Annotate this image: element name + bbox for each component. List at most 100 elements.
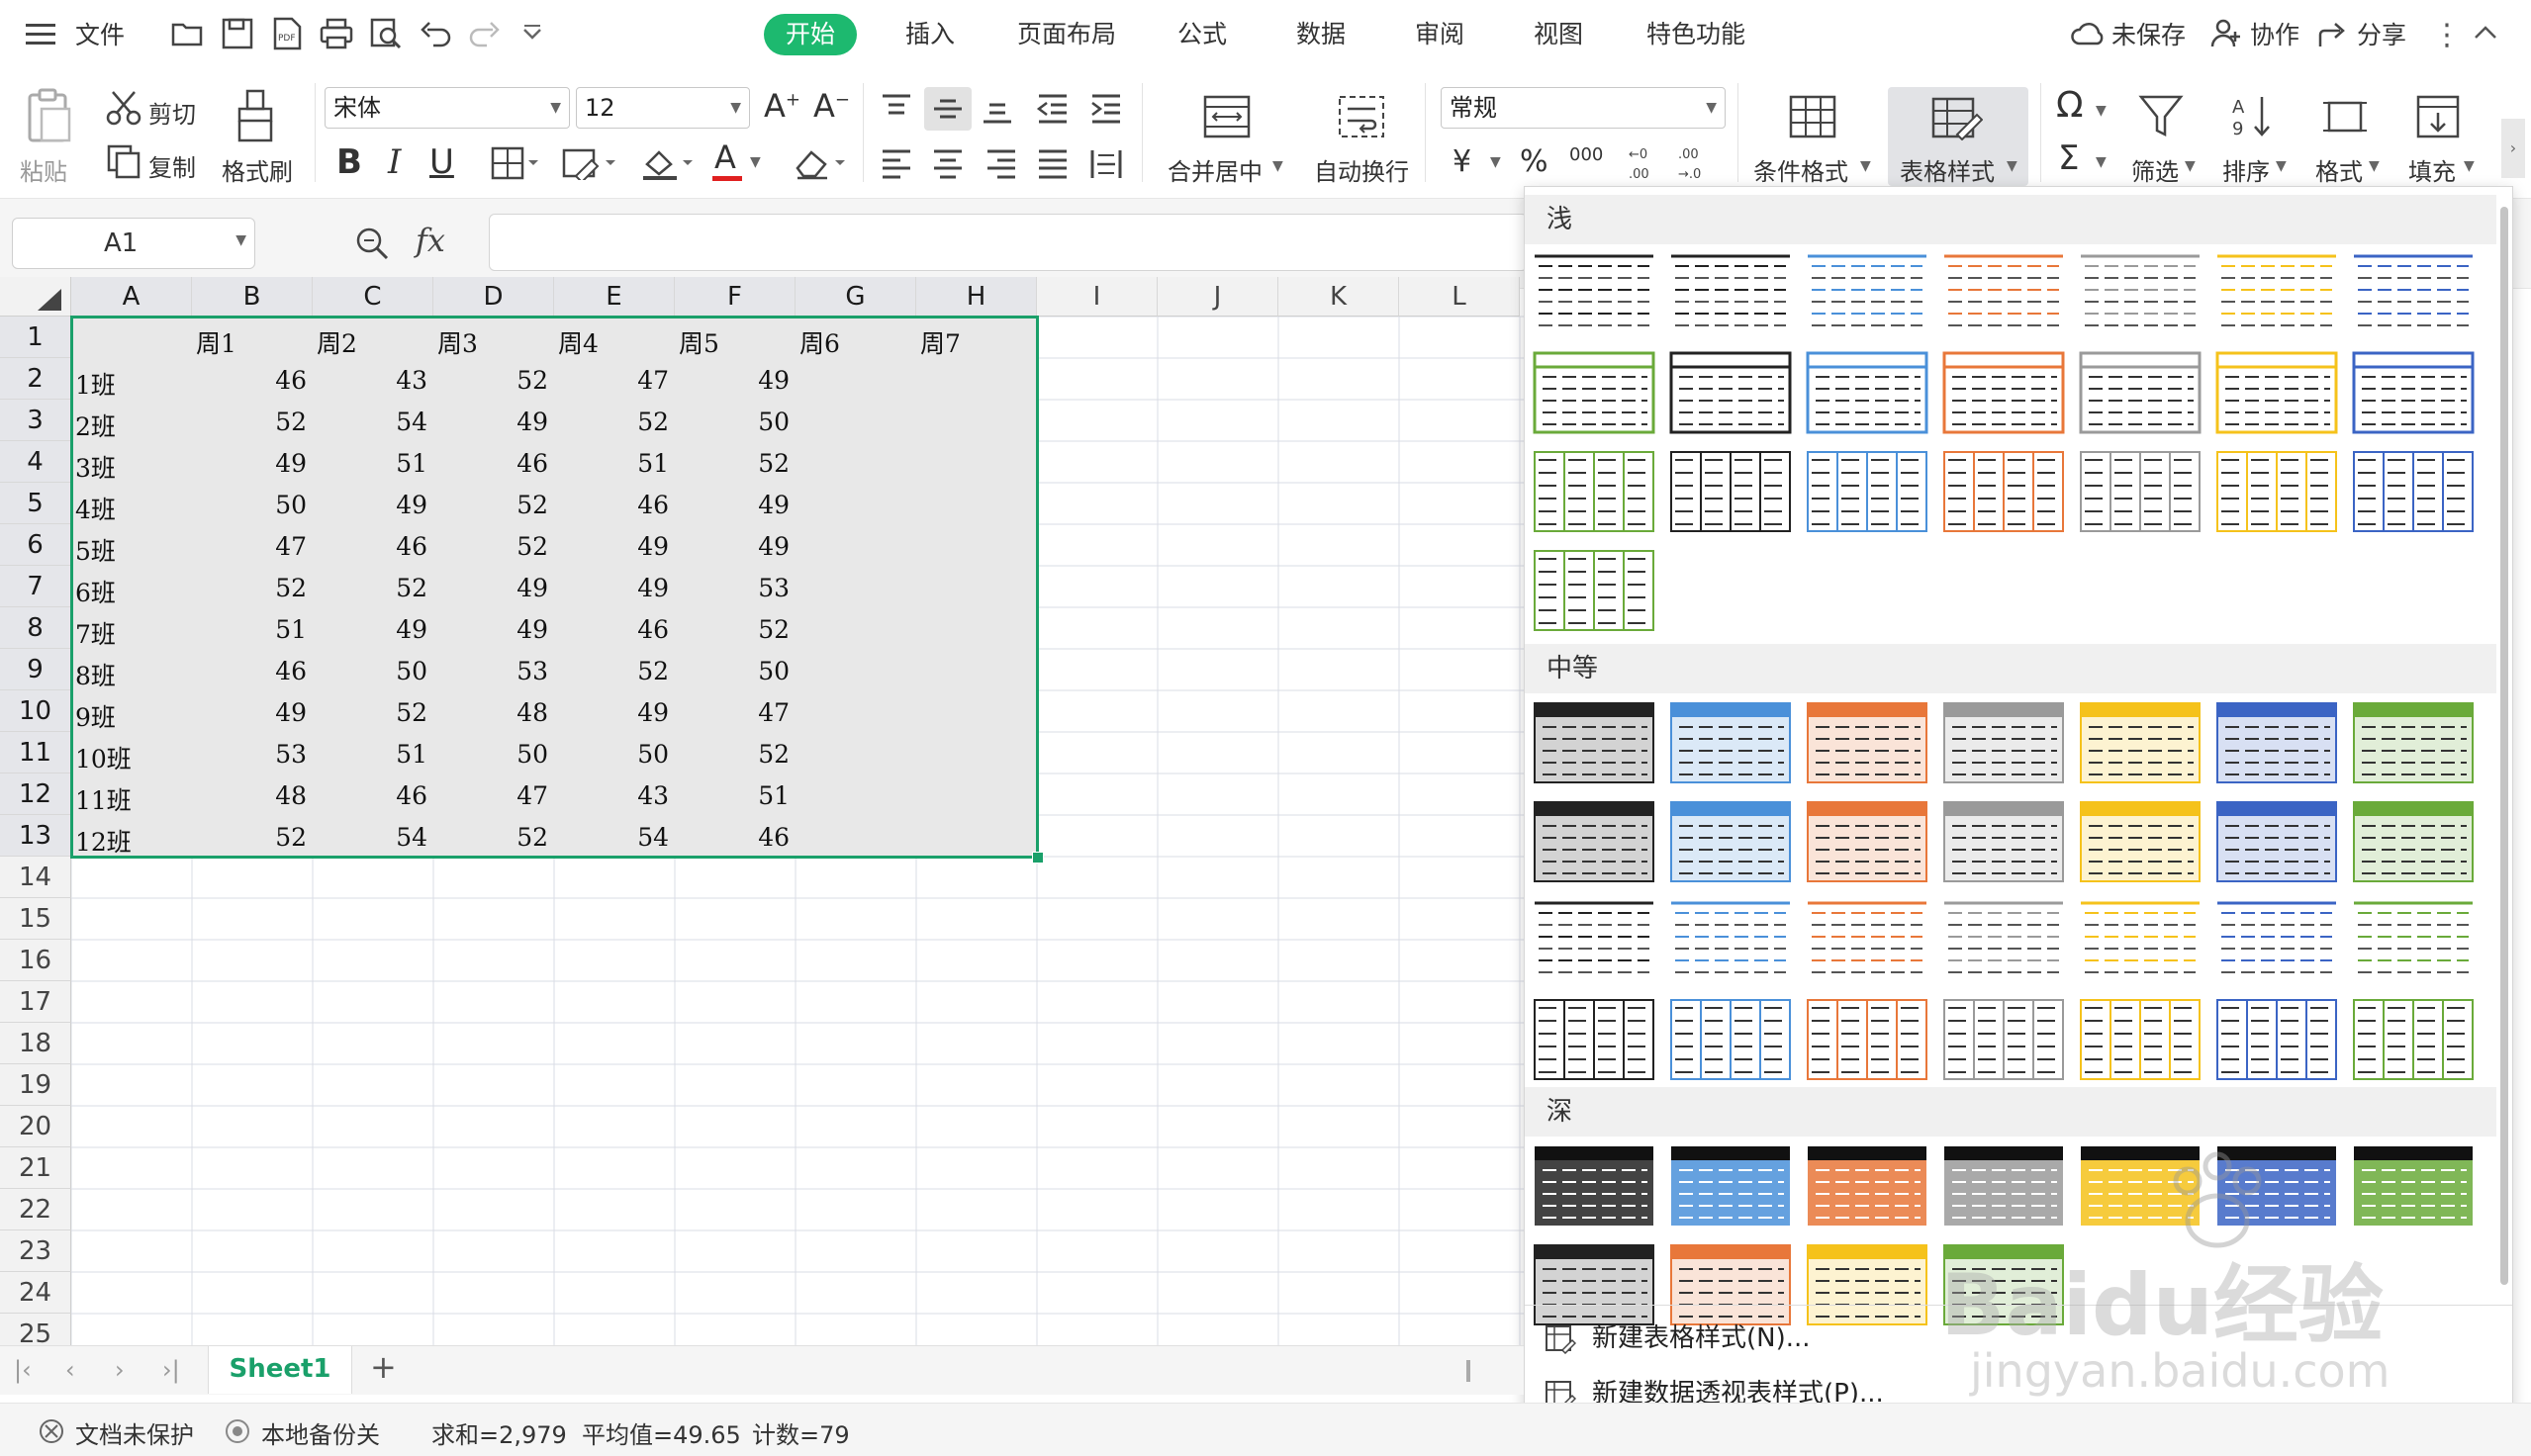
table-style-light-2-7[interactable] xyxy=(2352,351,2475,434)
column-header-d[interactable]: D xyxy=(433,277,554,317)
table-style-light-2-5[interactable] xyxy=(2079,351,2202,434)
wrap-text-label[interactable]: 自动换行 xyxy=(1314,152,1409,187)
table-style-medium-1-4[interactable] xyxy=(1942,701,2065,784)
table-style-medium-4-5[interactable] xyxy=(2079,998,2202,1081)
number-format-select[interactable]: 常规 ▼ xyxy=(1441,87,1726,129)
tab-data[interactable]: 数据 xyxy=(1274,14,1367,55)
chevron-down-icon[interactable]: ▼ xyxy=(2276,158,2287,174)
ribbon-scroll-right[interactable]: › xyxy=(2501,119,2525,178)
column-header-c[interactable]: C xyxy=(313,277,433,317)
conditional-format-label[interactable]: 条件格式 xyxy=(1753,152,1848,187)
table-style-light-3-3[interactable] xyxy=(1806,450,1928,533)
chevron-down-icon[interactable]: ▼ xyxy=(2096,103,2107,119)
table-style-medium-2-2[interactable] xyxy=(1669,800,1792,883)
align-top-icon[interactable] xyxy=(879,91,914,127)
tab-page-layout[interactable]: 页面布局 xyxy=(995,14,1138,55)
sum-icon[interactable]: Σ xyxy=(2058,138,2079,178)
row-header-18[interactable]: 18 xyxy=(0,1023,71,1064)
bold-icon[interactable]: B xyxy=(336,142,362,182)
format-painter-label[interactable]: 格式刷 xyxy=(222,152,293,187)
decrease-indent-icon[interactable] xyxy=(1035,91,1071,127)
fill-handle[interactable] xyxy=(1032,852,1044,864)
table-style-medium-3-5[interactable] xyxy=(2079,899,2202,982)
row-header-23[interactable]: 23 xyxy=(0,1230,71,1272)
table-style-dark-1-3[interactable] xyxy=(1806,1144,1928,1228)
paste-icon[interactable] xyxy=(18,87,77,144)
fill-label[interactable]: 填充 xyxy=(2408,152,2456,187)
row-header-12[interactable]: 12 xyxy=(0,774,71,815)
symbol-icon[interactable]: Ω xyxy=(2056,85,2084,126)
table-style-light-4-1[interactable] xyxy=(1533,549,1655,632)
column-header-k[interactable]: K xyxy=(1278,277,1399,317)
table-style-medium-1-5[interactable] xyxy=(2079,701,2202,784)
table-style-light-1-4[interactable] xyxy=(1942,252,2065,335)
row-header-10[interactable]: 10 xyxy=(0,690,71,732)
open-folder-icon[interactable] xyxy=(170,16,206,51)
increase-indent-icon[interactable] xyxy=(1088,91,1124,127)
table-style-light-3-4[interactable] xyxy=(1942,450,2065,533)
row-header-15[interactable]: 15 xyxy=(0,898,71,940)
row-header-13[interactable]: 13 xyxy=(0,815,71,857)
select-all-corner[interactable] xyxy=(0,277,71,317)
chevron-down-icon[interactable]: ▼ xyxy=(2007,158,2017,174)
column-header-f[interactable]: F xyxy=(675,277,796,317)
tab-view[interactable]: 视图 xyxy=(1512,14,1605,55)
table-style-light-1-5[interactable] xyxy=(2079,252,2202,335)
chevron-down-icon[interactable]: ▼ xyxy=(1860,158,1871,174)
zoom-search-icon[interactable] xyxy=(354,226,390,261)
column-header-g[interactable]: G xyxy=(796,277,916,317)
collaborate-button[interactable]: 协作 xyxy=(2250,14,2299,57)
row-header-4[interactable]: 4 xyxy=(0,441,71,483)
tab-formulas[interactable]: 公式 xyxy=(1156,14,1249,55)
format-icon[interactable] xyxy=(2321,95,2369,138)
first-sheet-icon[interactable]: |‹ xyxy=(14,1356,32,1384)
wrap-text-icon[interactable] xyxy=(1338,95,1385,138)
chevron-down-icon[interactable]: ▼ xyxy=(1272,158,1283,174)
underline-icon[interactable]: U xyxy=(429,142,454,182)
row-header-5[interactable]: 5 xyxy=(0,483,71,524)
undo-icon[interactable] xyxy=(418,16,453,51)
table-style-medium-3-3[interactable] xyxy=(1806,899,1928,982)
unsaved-status[interactable]: 未保存 xyxy=(2111,14,2186,57)
name-box[interactable]: A1 ▼ xyxy=(12,218,255,269)
doc-unprotected-status[interactable]: 文档未保护 xyxy=(75,1415,194,1450)
row-header-19[interactable]: 19 xyxy=(0,1064,71,1106)
fill-icon[interactable] xyxy=(2414,93,2462,140)
table-style-light-1-3[interactable] xyxy=(1806,252,1928,335)
print-icon[interactable] xyxy=(319,16,354,51)
table-style-light-2-2[interactable] xyxy=(1669,351,1792,434)
table-style-medium-1-1[interactable] xyxy=(1533,701,1655,784)
chevron-down-icon[interactable]: ▼ xyxy=(2185,158,2196,174)
table-style-medium-3-4[interactable] xyxy=(1942,899,2065,982)
local-backup-status[interactable]: 本地备份关 xyxy=(261,1415,380,1450)
justify-icon[interactable] xyxy=(1035,146,1071,182)
format-label[interactable]: 格式 xyxy=(2315,152,2363,187)
row-header-20[interactable]: 20 xyxy=(0,1106,71,1147)
font-name-select[interactable]: 宋体 ▼ xyxy=(325,87,570,129)
table-style-medium-2-1[interactable] xyxy=(1533,800,1655,883)
table-style-medium-1-2[interactable] xyxy=(1669,701,1792,784)
table-style-light-3-6[interactable] xyxy=(2215,450,2338,533)
table-style-medium-2-6[interactable] xyxy=(2215,800,2338,883)
sort-label[interactable]: 排序 xyxy=(2222,152,2270,187)
next-sheet-icon[interactable]: › xyxy=(115,1356,125,1384)
chevron-down-icon[interactable]: ▼ xyxy=(2464,158,2475,174)
row-header-21[interactable]: 21 xyxy=(0,1147,71,1189)
column-header-h[interactable]: H xyxy=(916,277,1037,317)
table-style-light-2-6[interactable] xyxy=(2215,351,2338,434)
table-style-light-3-1[interactable] xyxy=(1533,450,1655,533)
redo-icon[interactable] xyxy=(467,16,503,51)
decrease-decimal-icon[interactable]: .00→.0 xyxy=(1676,142,1716,182)
sheet-tab-sheet1[interactable]: Sheet1 xyxy=(208,1346,352,1394)
table-style-light-2-3[interactable] xyxy=(1806,351,1928,434)
row-header-16[interactable]: 16 xyxy=(0,940,71,981)
column-header-i[interactable]: I xyxy=(1037,277,1158,317)
export-pdf-icon[interactable]: PDF xyxy=(269,16,305,51)
merge-center-label[interactable]: 合并居中 xyxy=(1168,152,1263,187)
table-style-medium-4-4[interactable] xyxy=(1942,998,2065,1081)
table-style-medium-2-3[interactable] xyxy=(1806,800,1928,883)
tab-review[interactable]: 审阅 xyxy=(1393,14,1486,55)
table-style-light-1-2[interactable] xyxy=(1669,252,1792,335)
column-header-e[interactable]: E xyxy=(554,277,675,317)
row-header-6[interactable]: 6 xyxy=(0,524,71,566)
